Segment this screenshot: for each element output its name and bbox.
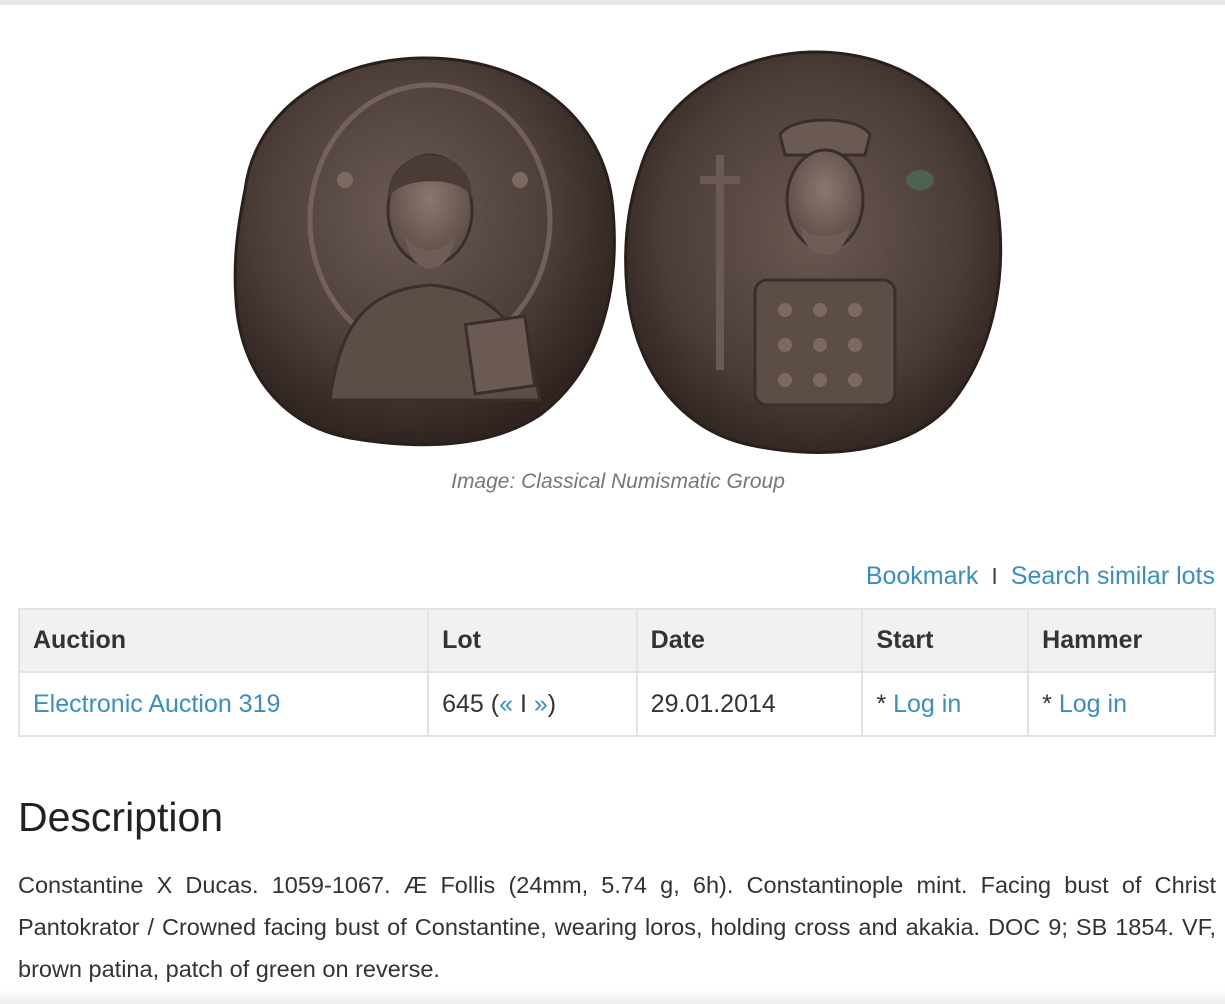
lot-close-paren: ) bbox=[547, 689, 557, 718]
auction-table: Auction Lot Date Start Hammer Electronic… bbox=[17, 608, 1216, 737]
header-hammer: Hammer bbox=[1027, 608, 1216, 673]
actions-separator: I bbox=[991, 563, 998, 589]
start-login-link[interactable]: Log in bbox=[893, 690, 961, 718]
table-row: Electronic Auction 319 645 (« I ») 29.01… bbox=[17, 671, 1216, 737]
table-header-row: Auction Lot Date Start Hammer bbox=[17, 608, 1216, 673]
previous-lot-link[interactable]: « bbox=[499, 690, 513, 718]
next-lot-link[interactable]: » bbox=[534, 690, 548, 718]
start-asterisk: * bbox=[876, 689, 894, 718]
lot-number: 645 ( bbox=[442, 689, 500, 718]
auction-link[interactable]: Electronic Auction 319 bbox=[33, 690, 280, 718]
cell-lot: 645 (« I ») bbox=[427, 671, 638, 737]
header-auction: Auction bbox=[17, 608, 430, 673]
image-caption: Image: Classical Numismatic Group bbox=[451, 470, 785, 493]
top-border bbox=[0, 0, 1225, 5]
header-date: Date bbox=[635, 608, 864, 673]
cell-start: * Log in bbox=[861, 671, 1030, 737]
coin-reverse bbox=[624, 50, 1003, 454]
hammer-login-link[interactable]: Log in bbox=[1059, 690, 1127, 718]
lot-actions: Bookmark I Search similar lots bbox=[866, 562, 1215, 591]
header-start: Start bbox=[861, 608, 1030, 673]
cell-hammer: * Log in bbox=[1027, 671, 1216, 737]
bottom-fade bbox=[0, 990, 1225, 1004]
search-similar-lots-link[interactable]: Search similar lots bbox=[1011, 562, 1215, 590]
bookmark-link[interactable]: Bookmark bbox=[866, 562, 979, 590]
hammer-asterisk: * bbox=[1042, 689, 1059, 718]
cell-date: 29.01.2014 bbox=[635, 671, 864, 737]
coin-obverse bbox=[233, 56, 616, 447]
header-lot: Lot bbox=[427, 608, 638, 673]
description-title: Description bbox=[18, 794, 224, 840]
lot-nav-separator: I bbox=[513, 689, 534, 718]
description-text: Constantine X Ducas. 1059-1067. Æ Follis… bbox=[18, 872, 1216, 982]
coin-image[interactable] bbox=[0, 40, 1225, 460]
cell-auction: Electronic Auction 319 bbox=[17, 671, 430, 737]
